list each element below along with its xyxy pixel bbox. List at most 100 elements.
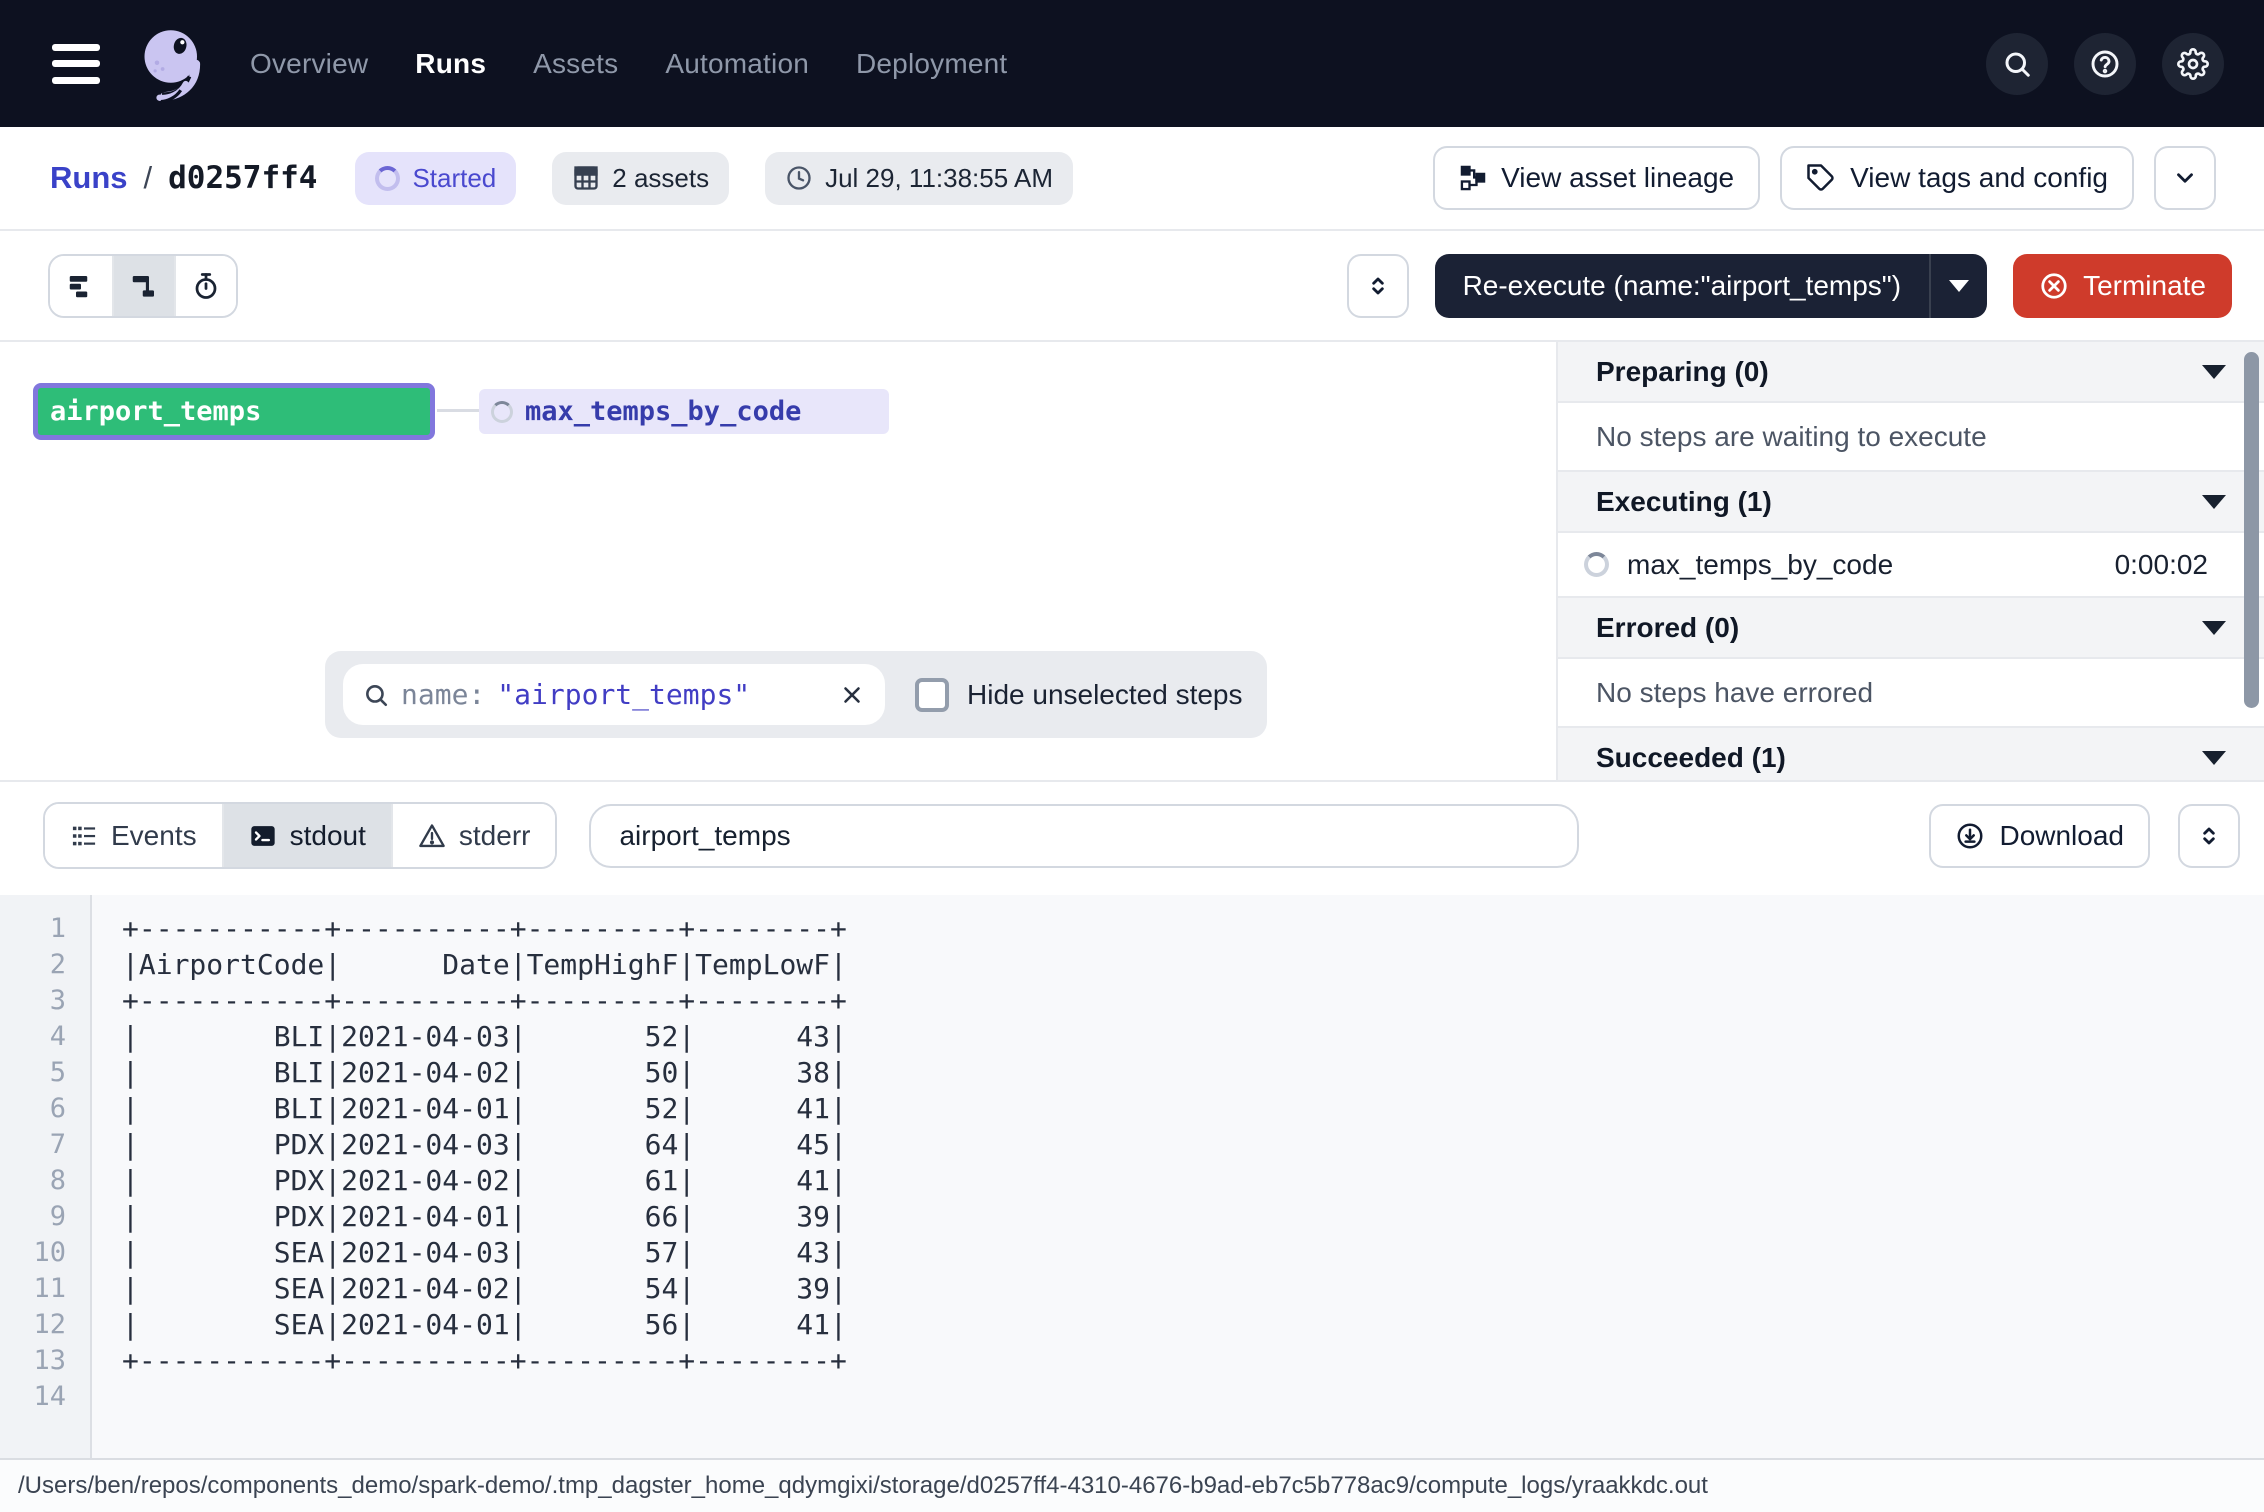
view-tags-and-config-button[interactable]: View tags and config <box>1780 146 2134 210</box>
gantt-flat-view-icon[interactable] <box>50 256 112 316</box>
step-filter-container: name: "airport_temps" Hide unselected ste… <box>325 651 1267 738</box>
panel-scrollbar[interactable] <box>2244 352 2259 708</box>
log-line: | PDX|2021-04-01| 66| 39| <box>122 1199 847 1235</box>
view-mode-segmented-control <box>48 254 238 318</box>
timestamp-badge: Jul 29, 11:38:55 AM <box>765 152 1073 205</box>
log-line <box>122 1379 847 1415</box>
warning-triangle-icon <box>418 822 446 850</box>
nav-item-deployment[interactable]: Deployment <box>856 48 1007 80</box>
hide-unselected-steps-toggle[interactable]: Hide unselected steps <box>915 678 1243 712</box>
up-down-chevrons-icon <box>2196 823 2222 849</box>
event-list-icon <box>70 822 98 850</box>
run-status-panel: Preparing (0) No steps are waiting to ex… <box>1556 342 2264 780</box>
hide-unselected-steps-label: Hide unselected steps <box>967 679 1243 711</box>
panel-section-succeeded[interactable]: Succeeded (1) <box>1558 728 2264 780</box>
log-line-number: 13 <box>0 1343 66 1379</box>
clock-icon <box>785 164 813 192</box>
panel-section-preparing[interactable]: Preparing (0) <box>1558 342 2264 403</box>
spinner-icon <box>491 401 513 423</box>
stdout-log-viewer[interactable]: 1234567891011121314 +-----------+-------… <box>0 895 2264 1458</box>
more-run-actions-button[interactable] <box>2154 146 2216 210</box>
log-line-number: 5 <box>0 1055 66 1091</box>
x-circle-icon <box>2039 271 2069 301</box>
status-badge: Started <box>355 152 516 205</box>
checkbox[interactable] <box>915 678 949 712</box>
re-execute-dropdown-button[interactable] <box>1929 254 1987 318</box>
clear-search-icon[interactable] <box>839 682 865 708</box>
view-asset-lineage-button[interactable]: View asset lineage <box>1433 146 1760 210</box>
log-filter-input[interactable] <box>589 804 1579 868</box>
log-line: | BLI|2021-04-03| 52| 43| <box>122 1019 847 1055</box>
tab-stderr[interactable]: stderr <box>391 804 556 867</box>
re-execute-split-button: Re-execute (name:"airport_temps") <box>1435 254 1988 318</box>
terminal-icon <box>249 822 277 850</box>
run-toolbar: Re-execute (name:"airport_temps") Termin… <box>0 231 2264 342</box>
panel-empty-text: No steps are waiting to execute <box>1558 403 2264 472</box>
run-id: d0257ff4 <box>168 160 317 196</box>
panel-empty-text: No steps have errored <box>1558 659 2264 728</box>
log-line: +-----------+----------+---------+------… <box>122 1343 847 1379</box>
log-line: +-----------+----------+---------+------… <box>122 983 847 1019</box>
log-line: +-----------+----------+---------+------… <box>122 911 847 947</box>
log-line-number: 12 <box>0 1307 66 1343</box>
timer-view-icon[interactable] <box>174 256 236 316</box>
menu-icon[interactable] <box>48 42 104 86</box>
download-icon <box>1955 821 1985 851</box>
chevron-down-icon <box>2172 165 2198 191</box>
log-line-number: 8 <box>0 1163 66 1199</box>
terminate-button[interactable]: Terminate <box>2013 254 2232 318</box>
graph-node-max-temps-by-code[interactable]: max_temps_by_code <box>479 389 889 434</box>
log-line: | PDX|2021-04-02| 61| 41| <box>122 1163 847 1199</box>
log-line: | BLI|2021-04-02| 50| 38| <box>122 1055 847 1091</box>
tab-events[interactable]: Events <box>45 804 222 867</box>
log-line-number: 10 <box>0 1235 66 1271</box>
collapse-caret-icon <box>2202 751 2226 765</box>
settings-gear-icon[interactable] <box>2162 33 2224 95</box>
collapse-caret-icon <box>2202 495 2226 509</box>
panel-section-executing[interactable]: Executing (1) <box>1558 472 2264 533</box>
expand-log-panel-button[interactable] <box>2178 804 2240 868</box>
caret-down-icon <box>1949 280 1969 292</box>
breadcrumb-runs-link[interactable]: Runs <box>50 160 128 196</box>
breadcrumb-separator: / <box>144 160 153 196</box>
log-line: | SEA|2021-04-02| 54| 39| <box>122 1271 847 1307</box>
run-body: airport_temps max_temps_by_code name: "ai… <box>0 342 2264 782</box>
step-elapsed-time: 0:00:02 <box>2115 549 2208 581</box>
step-name: max_temps_by_code <box>1627 549 1893 581</box>
download-button[interactable]: Download <box>1929 804 2150 868</box>
search-term-text: "airport_temps" <box>497 678 750 711</box>
log-content: +-----------+----------+---------+------… <box>92 895 847 1458</box>
nav-item-assets[interactable]: Assets <box>533 48 618 80</box>
search-field-text: name: <box>401 678 485 711</box>
primary-nav: Overview Runs Assets Automation Deployme… <box>250 48 1007 80</box>
expand-gantt-panel-button[interactable] <box>1347 254 1409 318</box>
assets-grid-icon <box>572 164 600 192</box>
lineage-icon <box>1459 164 1487 192</box>
log-file-path: /Users/ben/repos/components_demo/spark-d… <box>18 1472 1708 1500</box>
nav-item-automation[interactable]: Automation <box>665 48 809 80</box>
help-icon[interactable] <box>2074 33 2136 95</box>
log-line-numbers: 1234567891011121314 <box>0 895 92 1458</box>
step-search-input[interactable]: name: "airport_temps" <box>343 664 885 725</box>
search-icon <box>363 682 389 708</box>
up-down-chevrons-icon <box>1365 273 1391 299</box>
nav-item-overview[interactable]: Overview <box>250 48 368 80</box>
log-file-path-bar: /Users/ben/repos/components_demo/spark-d… <box>0 1458 2264 1512</box>
collapse-caret-icon <box>2202 365 2226 379</box>
step-graph-pane[interactable]: airport_temps max_temps_by_code name: "ai… <box>0 342 1556 780</box>
gantt-waterfall-view-icon[interactable] <box>112 256 174 316</box>
executing-step-row[interactable]: max_temps_by_code 0:00:02 <box>1558 533 2264 598</box>
tab-stdout[interactable]: stdout <box>222 804 391 867</box>
assets-count-badge[interactable]: 2 assets <box>552 152 729 205</box>
log-line-number: 1 <box>0 911 66 947</box>
top-nav-bar: Overview Runs Assets Automation Deployme… <box>0 0 2264 127</box>
search-icon[interactable] <box>1986 33 2048 95</box>
re-execute-button[interactable]: Re-execute (name:"airport_temps") <box>1435 254 1930 318</box>
log-line: | SEA|2021-04-01| 56| 41| <box>122 1307 847 1343</box>
panel-section-errored[interactable]: Errored (0) <box>1558 598 2264 659</box>
nav-item-runs[interactable]: Runs <box>415 48 486 80</box>
graph-node-airport-temps[interactable]: airport_temps <box>33 383 435 440</box>
dagster-logo-icon[interactable] <box>130 22 214 106</box>
log-line-number: 14 <box>0 1379 66 1415</box>
tag-icon <box>1806 163 1836 193</box>
